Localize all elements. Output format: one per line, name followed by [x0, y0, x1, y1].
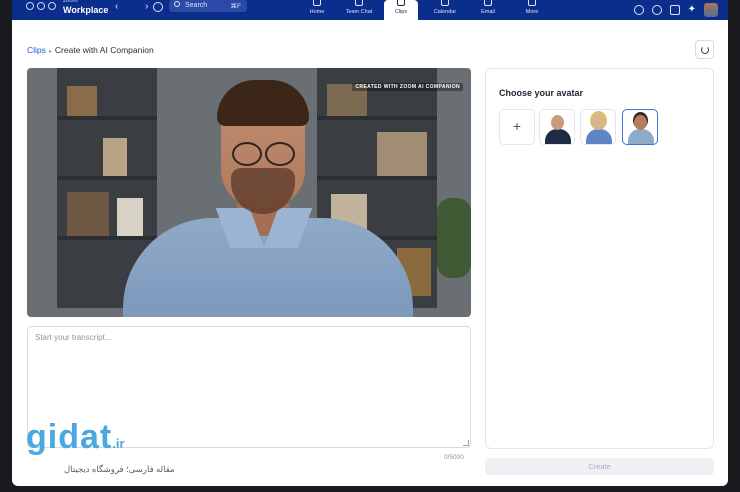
- calendar-icon: [441, 0, 449, 6]
- tab-team-chat[interactable]: Team Chat: [339, 0, 379, 20]
- avatar-panel: Choose your avatar +: [485, 68, 714, 449]
- search-icon: [174, 1, 180, 7]
- avatar-face: [592, 115, 605, 130]
- avatar-face: [551, 115, 564, 130]
- avatar-top: [586, 129, 612, 144]
- tab-clips[interactable]: Clips: [384, 0, 418, 20]
- refresh-icon: [701, 46, 709, 54]
- app-window: zoom Workplace ‹ › Search ⌘F Home Team C…: [12, 0, 728, 486]
- page-title: Create with AI Companion: [54, 45, 154, 55]
- add-avatar-button[interactable]: +: [499, 109, 535, 145]
- create-button[interactable]: Create: [485, 458, 714, 475]
- tab-label: More: [525, 9, 539, 15]
- refresh-button[interactable]: [695, 40, 714, 59]
- site-logo: gidat.ir مقاله فارسی؛ فروشگاه دیجیتال: [26, 418, 175, 474]
- plus-icon: +: [512, 118, 522, 134]
- help-icon[interactable]: [633, 5, 644, 15]
- chat-icon: [355, 0, 363, 6]
- logo-tld: .ir: [112, 436, 125, 451]
- panel-title: Choose your avatar: [499, 88, 584, 98]
- glasses-icon: [232, 142, 262, 166]
- avatar-option-2[interactable]: [580, 109, 616, 145]
- home-icon: [313, 0, 321, 6]
- tab-home[interactable]: Home: [303, 0, 331, 20]
- apps-icon[interactable]: [669, 5, 680, 15]
- topbar-actions: ✦: [633, 3, 718, 17]
- user-avatar[interactable]: [704, 3, 718, 17]
- app-brand: zoom Workplace: [63, 0, 108, 15]
- person-hair: [217, 80, 309, 126]
- zoom-window-icon[interactable]: [48, 2, 56, 10]
- avatar-option-3[interactable]: [622, 109, 658, 145]
- tab-more[interactable]: More: [518, 0, 546, 20]
- glasses-icon: [265, 142, 295, 166]
- avatar-video-preview[interactable]: CREATED WITH ZOOM AI COMPANION: [27, 68, 471, 317]
- logo-subtitle: مقاله فارسی؛ فروشگاه دیجیتال: [64, 464, 175, 474]
- history-icon[interactable]: [153, 2, 163, 12]
- breadcrumb-clips-link[interactable]: Clips: [27, 45, 46, 55]
- resize-grip-icon[interactable]: [463, 440, 469, 446]
- tab-email[interactable]: Email: [474, 0, 502, 20]
- tab-calendar[interactable]: Calendar: [428, 0, 462, 20]
- clips-icon: [397, 0, 405, 6]
- tab-label: Calendar: [433, 9, 457, 15]
- tab-label: Clips: [394, 9, 408, 15]
- window-controls: [26, 2, 56, 10]
- email-icon: [484, 0, 492, 6]
- avatar-face: [634, 115, 647, 130]
- breadcrumb: Clips ▸ Create with AI Companion: [27, 45, 154, 55]
- avatar-suit: [545, 129, 571, 144]
- tab-label: Home: [309, 9, 325, 15]
- character-counter: 0/5000: [444, 454, 464, 461]
- more-icon: [528, 0, 536, 6]
- search-label: Search: [185, 2, 208, 9]
- avatar-option-1[interactable]: [539, 109, 575, 145]
- avatar-shirt: [628, 129, 654, 144]
- search-box[interactable]: Search ⌘F: [169, 0, 247, 12]
- tab-label: Email: [481, 9, 495, 15]
- minimize-window-icon[interactable]: [37, 2, 45, 10]
- top-bar: zoom Workplace ‹ › Search ⌘F Home Team C…: [12, 0, 728, 20]
- breadcrumb-separator: ▸: [48, 49, 52, 55]
- close-window-icon[interactable]: [26, 2, 34, 10]
- brand-name: Workplace: [63, 5, 109, 15]
- logo-main: gidat: [26, 418, 113, 456]
- bell-icon[interactable]: [651, 5, 662, 15]
- search-shortcut: ⌘F: [230, 3, 241, 10]
- ai-companion-icon[interactable]: ✦: [688, 5, 696, 15]
- ai-watermark: CREATED WITH ZOOM AI COMPANION: [352, 83, 463, 91]
- tab-label: Team Chat: [345, 9, 373, 15]
